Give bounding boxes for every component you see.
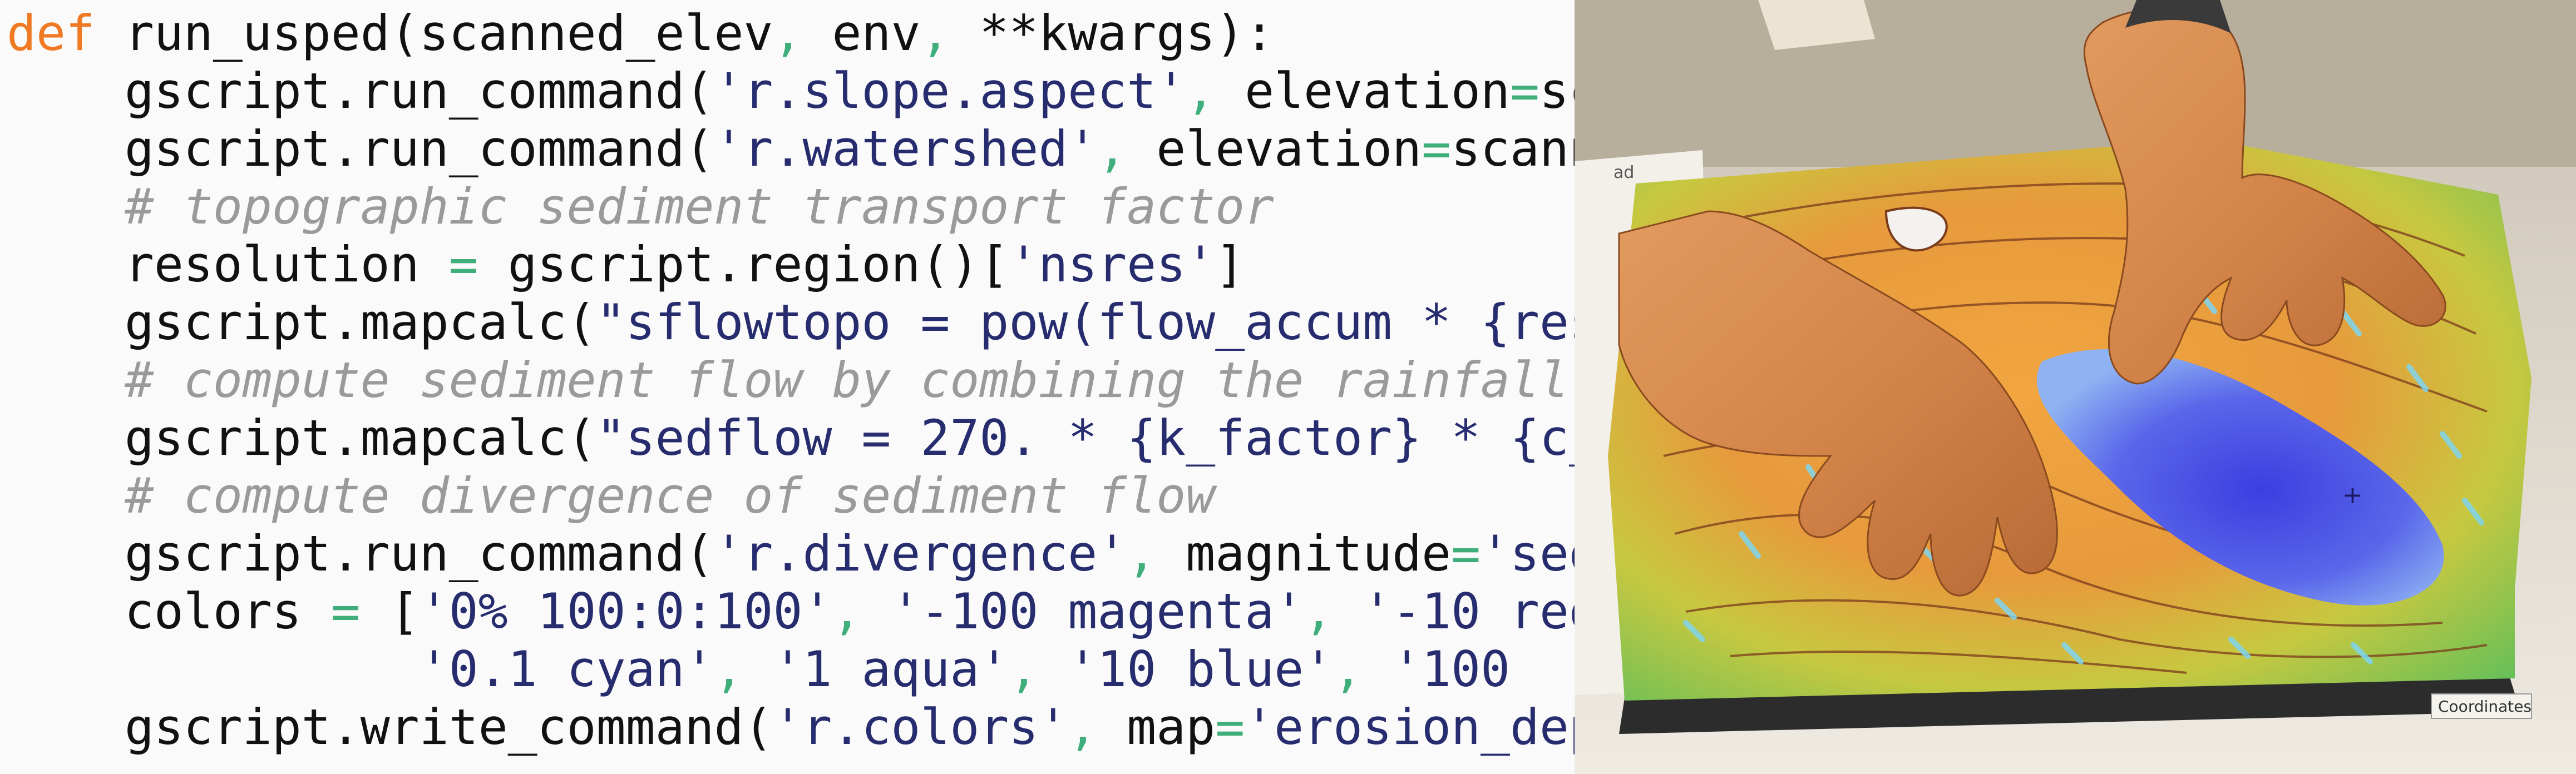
code-token: [ bbox=[360, 583, 420, 640]
code-line: gscript.run_command('r.slope.aspect', el… bbox=[7, 62, 1575, 120]
coordinates-label: Coordinates bbox=[2438, 697, 2531, 716]
code-token: gscript.run_command( bbox=[124, 120, 714, 177]
code-token: , bbox=[1127, 525, 1157, 582]
code-token: 'r.colors' bbox=[773, 698, 1068, 756]
code-token: = bbox=[448, 236, 478, 293]
code-token: , bbox=[714, 641, 744, 698]
code-token: 'r.divergence' bbox=[714, 525, 1127, 582]
code-token: 'r.slope.aspect' bbox=[714, 62, 1186, 120]
code-token: # compute divergence of sediment flow bbox=[124, 467, 1216, 524]
code-token: 'nsres' bbox=[1009, 236, 1216, 293]
code-token: = bbox=[1451, 525, 1481, 582]
code-token: scanned_elev bbox=[1451, 120, 1575, 177]
code-line: gscript.mapcalc("sflowtopo = pow(flow_ac… bbox=[7, 294, 1575, 351]
paper-sheet-label: ad bbox=[1613, 163, 1634, 182]
code-token: 'sedflow' bbox=[1481, 525, 1575, 582]
code-line: gscript.run_command('r.watershed', eleva… bbox=[7, 120, 1575, 178]
code-token: run_usped(scanned_elev bbox=[95, 4, 773, 62]
code-token: def bbox=[7, 4, 95, 62]
code-token: ] bbox=[1215, 236, 1245, 293]
code-token: '1 aqua' bbox=[773, 641, 1009, 698]
code-token: , bbox=[1333, 641, 1363, 698]
code-token: = bbox=[330, 583, 361, 640]
code-token: , bbox=[773, 4, 803, 62]
code-token: env bbox=[802, 4, 921, 62]
sandbox-photo: ad + Coordinates bbox=[1575, 0, 2576, 774]
code-line: # compute sediment flow by combining the… bbox=[7, 351, 1569, 409]
code-token: gscript.region()[ bbox=[478, 236, 1009, 293]
code-token: , bbox=[1304, 583, 1334, 640]
code-line: # topographic sediment transport factor bbox=[7, 178, 1274, 236]
code-token: , bbox=[832, 583, 862, 640]
code-line: gscript.mapcalc("sedflow = 270. * {k_fac… bbox=[7, 409, 1575, 467]
code-token: '100 bbox=[1392, 641, 1540, 698]
code-token: **kwargs): bbox=[950, 4, 1275, 62]
code-token: gscript.mapcalc( bbox=[124, 294, 596, 351]
code-token: scanned_elev bbox=[1539, 62, 1575, 120]
code-token: = bbox=[1510, 62, 1539, 120]
code-token: map bbox=[1097, 698, 1216, 756]
code-token: 'r.watershed' bbox=[714, 120, 1098, 177]
code-token: '0% 100:0:100' bbox=[419, 583, 832, 640]
code-token: gscript.run_command( bbox=[124, 62, 714, 120]
crosshair-icon: + bbox=[2342, 481, 2363, 509]
code-token: 'erosion_dep' bbox=[1245, 698, 1575, 756]
code-token: '-100 magenta' bbox=[891, 583, 1304, 640]
code-token: gscript.run_command( bbox=[124, 525, 714, 582]
tangible-landscape-photo: ad + Coordinates bbox=[1575, 0, 2576, 774]
code-line: gscript.write_command('r.colors', map='e… bbox=[7, 698, 1575, 756]
code-token: # topographic sediment transport factor bbox=[124, 178, 1275, 235]
code-line: colors = ['0% 100:0:100', '-100 magenta'… bbox=[7, 583, 1575, 641]
code-token: , bbox=[1009, 641, 1039, 698]
code-token: # compute sediment flow by combining the… bbox=[124, 351, 1569, 409]
code-token: elevation bbox=[1215, 62, 1511, 120]
code-token: gscript.mapcalc( bbox=[124, 409, 596, 467]
code-line: # compute divergence of sediment flow bbox=[7, 467, 1215, 525]
code-token: , bbox=[1068, 698, 1098, 756]
code-line: gscript.run_command('r.divergence', magn… bbox=[7, 525, 1575, 583]
code-token: , bbox=[920, 4, 950, 62]
code-token: "sedflow = 270. * {k_factor} * {c_ bbox=[596, 409, 1575, 467]
code-token: '10 blue' bbox=[1068, 641, 1334, 698]
code-line: '0.1 cyan', '1 aqua', '10 blue', '100 bbox=[7, 641, 1539, 698]
code-token: gscript.write_command( bbox=[124, 698, 773, 756]
code-token: elevation bbox=[1127, 120, 1422, 177]
code-token: resolution bbox=[124, 236, 449, 293]
code-token: "sflowtopo = pow(flow_accum * {res} bbox=[596, 294, 1575, 351]
back-wall bbox=[1575, 0, 2576, 167]
code-token: '0.1 cyan' bbox=[419, 641, 714, 698]
code-line: resolution = gscript.region()['nsres'] bbox=[7, 236, 1245, 294]
code-token: '-10 red' bbox=[1363, 583, 1575, 640]
code-token: , bbox=[1186, 62, 1216, 120]
code-token: = bbox=[1422, 120, 1452, 177]
code-editor-panel: def run_usped(scanned_elev, env, **kwarg… bbox=[0, 0, 1575, 774]
code-token: = bbox=[1215, 698, 1245, 756]
code-token: magnitude bbox=[1156, 525, 1452, 582]
code-line: def run_usped(scanned_elev, env, **kwarg… bbox=[7, 4, 1274, 62]
code-token: , bbox=[1097, 120, 1127, 177]
code-token: colors bbox=[124, 583, 331, 640]
